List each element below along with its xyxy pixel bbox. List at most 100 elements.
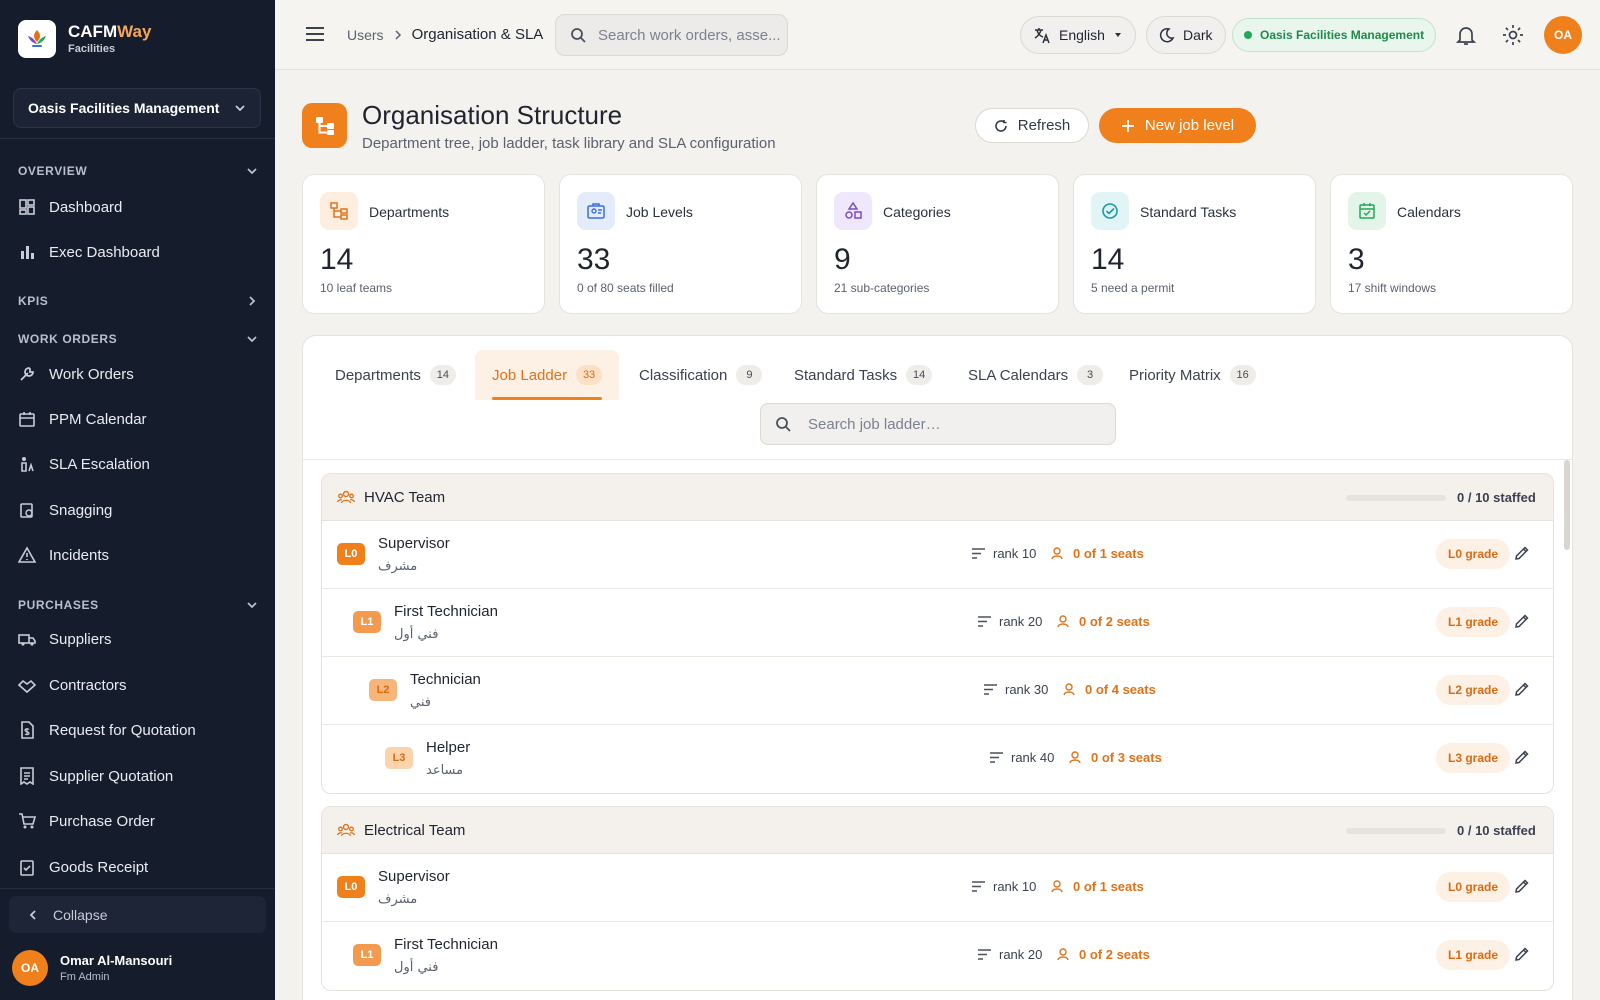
rank-text: rank 20	[999, 947, 1043, 962]
global-search[interactable]: Search work orders, asse...	[555, 14, 788, 56]
section-kpis[interactable]: KPIS	[18, 294, 258, 308]
job-title-arabic: فني	[410, 695, 431, 710]
job-level-row[interactable]: L1 First Technician فني أول rank 20 0 of…	[322, 922, 1553, 990]
user-menu[interactable]: OA Omar Al-Mansouri Fm Admin	[12, 950, 172, 986]
escalation-icon	[21, 457, 34, 472]
team-icon	[337, 490, 355, 504]
user-avatar[interactable]: OA	[1544, 16, 1582, 54]
level-badge: L0	[337, 543, 365, 565]
collapse-button[interactable]: Collapse	[9, 896, 266, 933]
theme-toggle[interactable]: Dark	[1146, 16, 1226, 54]
job-title: Technician	[410, 671, 481, 688]
handshake-icon	[18, 679, 36, 694]
tab-job-ladder[interactable]: Job Ladder 33	[475, 350, 620, 400]
edit-icon[interactable]	[1514, 878, 1530, 894]
sidebar-item-dashboard[interactable]: Dashboard	[18, 189, 258, 225]
section-purchases[interactable]: PURCHASES	[18, 598, 258, 612]
edit-icon[interactable]	[1514, 749, 1530, 765]
sidebar-item-goods-receipt[interactable]: Goods Receipt	[18, 849, 258, 885]
edit-icon[interactable]	[1514, 681, 1530, 697]
sidebar-item-contractors[interactable]: Contractors	[18, 667, 258, 703]
sidebar-item-rfq[interactable]: Request for Quotation	[18, 712, 258, 748]
calendar-check-icon	[1348, 192, 1386, 230]
stat-label: Calendars	[1397, 204, 1461, 220]
sidebar-item-snagging[interactable]: Snagging	[18, 492, 258, 528]
sidebar-item-label: Goods Receipt	[49, 858, 149, 876]
breadcrumb-current: Organisation & SLA	[411, 26, 544, 43]
stat-card-job-levels[interactable]: Job Levels 33 0 of 80 seats filled	[559, 174, 802, 314]
stat-label: Departments	[369, 204, 450, 220]
rank: rank 10	[972, 546, 1036, 561]
chevron-down-icon	[247, 602, 257, 609]
job-level-row[interactable]: L0 Supervisor مشرف rank 10 0 of 1 seats …	[322, 854, 1553, 922]
tab-sla-calendars[interactable]: SLA Calendars 3	[951, 350, 1120, 400]
sidebar-item-incidents[interactable]: Incidents	[18, 537, 258, 573]
job-title-arabic: فني أول	[394, 960, 439, 975]
scrollbar[interactable]	[1564, 460, 1570, 550]
section-work-orders[interactable]: WORK ORDERS	[18, 332, 258, 346]
rank-text: rank 10	[993, 879, 1037, 894]
refresh-button[interactable]: Refresh	[975, 108, 1089, 143]
section-label: WORK ORDERS	[18, 332, 118, 346]
tab-priority-matrix[interactable]: Priority Matrix 16	[1112, 350, 1273, 400]
group-header[interactable]: Electrical Team 0 / 10 staffed	[322, 807, 1553, 854]
department-group-hvac: HVAC Team 0 / 10 staffed L0 Supervisor م…	[321, 473, 1554, 794]
clipboard-check-icon	[20, 860, 34, 876]
job-ladder-search[interactable]: Search job ladder…	[760, 403, 1116, 445]
tab-label: Classification	[639, 366, 728, 384]
person-icon	[1051, 547, 1063, 560]
menu-icon[interactable]	[305, 25, 325, 43]
seats: 0 of 1 seats	[1051, 546, 1144, 561]
sidebar-item-label: Purchase Order	[49, 812, 155, 830]
grade-badge: L2 grade	[1436, 675, 1511, 705]
sidebar-item-exec-dashboard[interactable]: Exec Dashboard	[18, 234, 258, 270]
language-select[interactable]: English	[1020, 16, 1136, 54]
job-level-row[interactable]: L2 Technician فني rank 30 0 of 4 seats L…	[322, 657, 1553, 725]
org-badge[interactable]: Oasis Facilities Management	[1232, 18, 1437, 52]
bell-icon[interactable]	[1456, 24, 1476, 46]
search-icon	[776, 417, 791, 432]
tab-count: 33	[576, 365, 603, 385]
group-header[interactable]: HVAC Team 0 / 10 staffed	[322, 474, 1553, 521]
section-label: OVERVIEW	[18, 164, 88, 178]
staffing-text: 0 / 10 staffed	[1457, 490, 1536, 505]
stat-card-calendars[interactable]: Calendars 3 17 shift windows	[1330, 174, 1573, 314]
sidebar-item-supplier-quotation[interactable]: Supplier Quotation	[18, 758, 258, 794]
sidebar-item-work-orders[interactable]: Work Orders	[18, 356, 258, 392]
gear-icon[interactable]	[1502, 24, 1524, 46]
language-label: English	[1059, 27, 1105, 43]
org-select-label: Oasis Facilities Management	[28, 100, 220, 116]
shapes-icon	[834, 192, 872, 230]
sort-icon	[972, 881, 985, 892]
edit-icon[interactable]	[1514, 613, 1530, 629]
breadcrumb-users[interactable]: Users	[347, 27, 384, 43]
stat-card-categories[interactable]: Categories 9 21 sub-categories	[816, 174, 1059, 314]
grade-badge: L1 grade	[1436, 940, 1511, 970]
sidebar-item-sla-escalation[interactable]: SLA Escalation	[18, 446, 258, 482]
stat-card-departments[interactable]: Departments 14 10 leaf teams	[302, 174, 545, 314]
avatar: OA	[12, 950, 48, 986]
sort-icon	[978, 616, 991, 627]
brand[interactable]: CAFMWay Facilities	[18, 20, 151, 58]
tab-count: 14	[429, 365, 456, 385]
new-job-level-button[interactable]: New job level	[1099, 108, 1256, 143]
seats-text: 0 of 4 seats	[1085, 682, 1156, 697]
section-overview[interactable]: OVERVIEW	[18, 164, 258, 178]
org-select[interactable]: Oasis Facilities Management	[13, 88, 261, 128]
job-level-row[interactable]: L1 First Technician فني أول rank 20 0 of…	[322, 589, 1553, 657]
sidebar-item-ppm-calendar[interactable]: PPM Calendar	[18, 401, 258, 437]
sidebar-item-suppliers[interactable]: Suppliers	[18, 621, 258, 657]
translate-icon	[1034, 28, 1050, 44]
edit-icon[interactable]	[1514, 545, 1530, 561]
sidebar-item-purchase-order[interactable]: Purchase Order	[18, 803, 258, 839]
rank: rank 10	[972, 879, 1036, 894]
tab-standard-tasks[interactable]: Standard Tasks 14	[777, 350, 949, 400]
edit-icon[interactable]	[1514, 946, 1530, 962]
sort-icon	[972, 548, 985, 559]
page-title: Organisation Structure	[362, 100, 623, 130]
job-level-row[interactable]: L3 Helper مساعد rank 40 0 of 3 seats L3 …	[322, 725, 1553, 793]
job-level-row[interactable]: L0 Supervisor مشرف rank 10 0 of 1 seats …	[322, 521, 1553, 589]
stat-card-standard-tasks[interactable]: Standard Tasks 14 5 need a permit	[1073, 174, 1316, 314]
tab-departments[interactable]: Departments 14	[318, 350, 473, 400]
tab-classification[interactable]: Classification 9	[622, 350, 779, 400]
